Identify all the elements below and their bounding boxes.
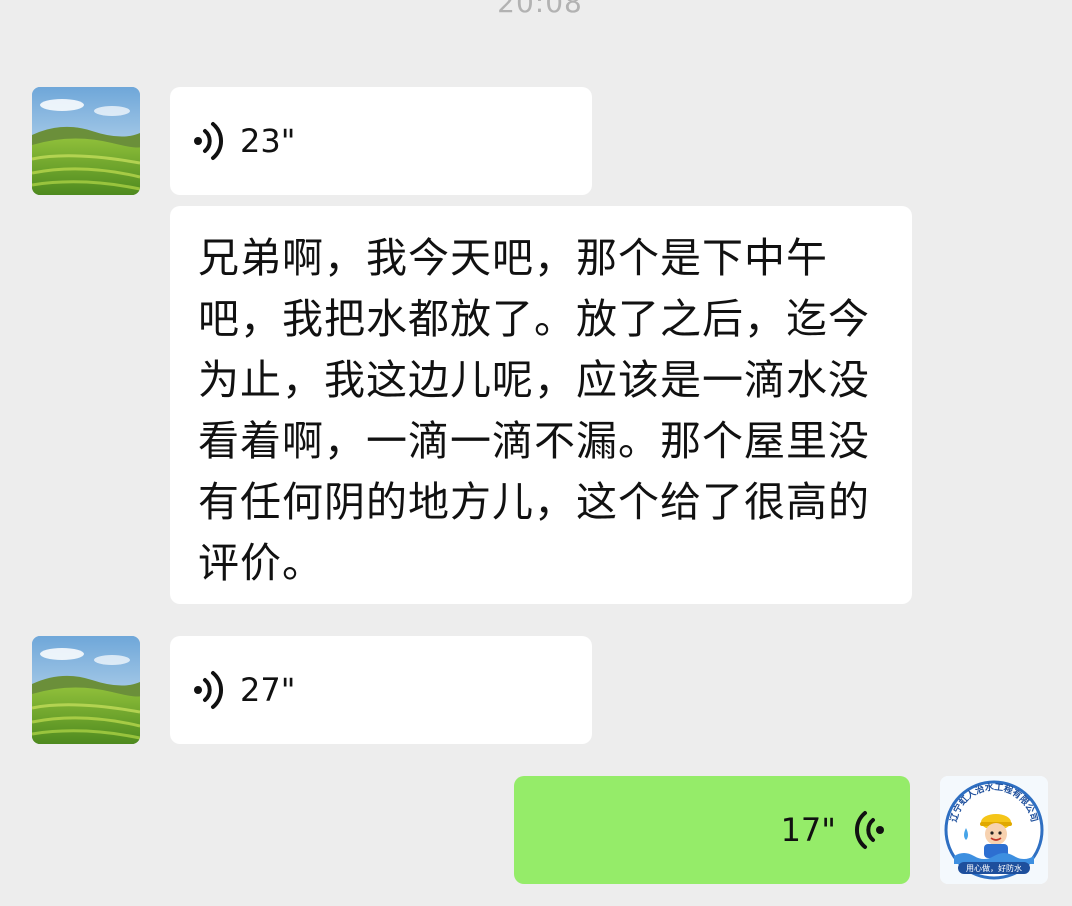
self-avatar[interactable]: 辽宁虹人治水工程有限公司 用心做，好防水: [940, 776, 1048, 884]
contact-avatar[interactable]: [32, 87, 140, 195]
message-timestamp: 20:08: [497, 0, 583, 19]
landscape-avatar-image: [32, 636, 140, 744]
voice-message-bubble[interactable]: 27": [170, 636, 592, 744]
company-slogan-text: 用心做，好防水: [966, 863, 1022, 873]
message-text: 兄弟啊，我今天吧，那个是下中午吧，我把水都放了。放了之后，迄今为止，我这边儿呢，…: [198, 234, 870, 587]
voice-wave-icon: [194, 122, 224, 160]
outgoing-voice-message-bubble[interactable]: 17": [514, 776, 910, 884]
text-message-bubble[interactable]: 兄弟啊，我今天吧，那个是下中午吧，我把水都放了。放了之后，迄今为止，我这边儿呢，…: [170, 206, 912, 604]
voice-duration: 27": [240, 671, 296, 709]
voice-wave-icon: [854, 811, 884, 849]
company-logo-avatar: 辽宁虹人治水工程有限公司 用心做，好防水: [940, 776, 1048, 884]
voice-wave-icon: [194, 671, 224, 709]
contact-avatar[interactable]: [32, 636, 140, 744]
landscape-avatar-image: [32, 87, 140, 195]
voice-message-bubble[interactable]: 23": [170, 87, 592, 195]
voice-duration: 23": [240, 122, 296, 160]
voice-duration: 17": [780, 811, 836, 849]
